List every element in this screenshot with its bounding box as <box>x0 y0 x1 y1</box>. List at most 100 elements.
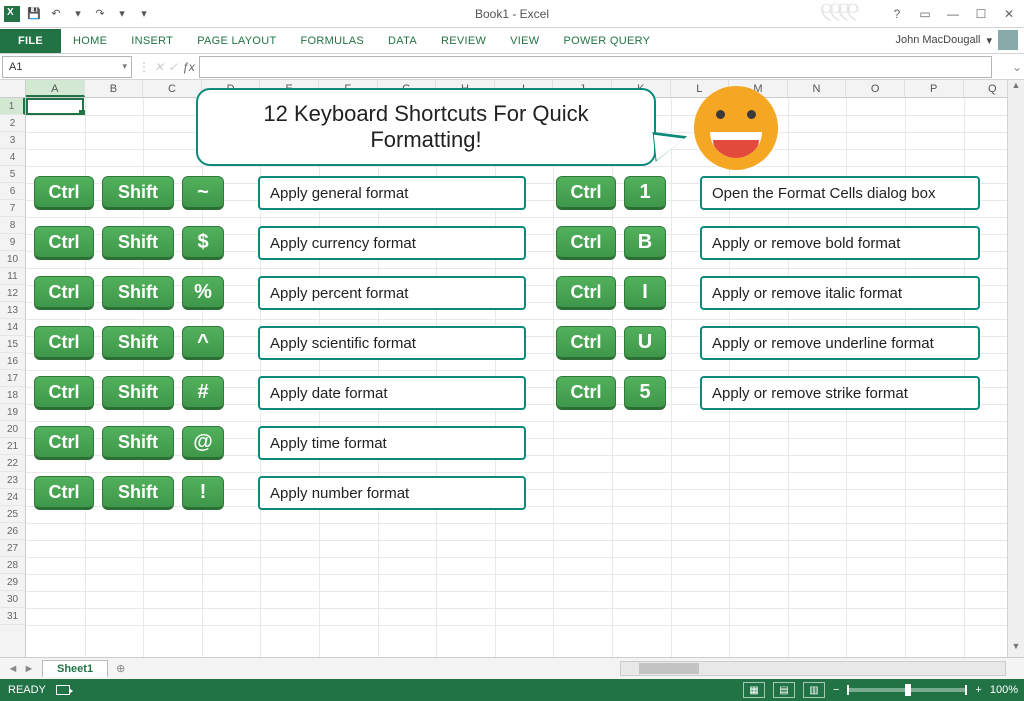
row-header-29[interactable]: 29 <box>0 574 25 591</box>
tab-power-query[interactable]: POWER QUERY <box>551 29 662 53</box>
shortcut-row: CtrlShift^Apply scientific format <box>34 326 526 360</box>
row-header-25[interactable]: 25 <box>0 506 25 523</box>
shortcut-description: Apply or remove strike format <box>700 376 980 410</box>
key-%: % <box>182 276 224 310</box>
status-state: READY <box>8 684 46 696</box>
row-header-16[interactable]: 16 <box>0 353 25 370</box>
row-header-19[interactable]: 19 <box>0 404 25 421</box>
row-header-24[interactable]: 24 <box>0 489 25 506</box>
row-header-5[interactable]: 5 <box>0 166 25 183</box>
row-header-15[interactable]: 15 <box>0 336 25 353</box>
new-sheet-button[interactable]: ⊕ <box>116 662 125 675</box>
name-box[interactable]: A1 <box>2 56 132 78</box>
tab-view[interactable]: VIEW <box>498 29 551 53</box>
column-header-a[interactable]: A <box>26 80 85 97</box>
row-header-23[interactable]: 23 <box>0 472 25 489</box>
key-b: B <box>624 226 666 260</box>
cancel-formula-button[interactable]: ✕ <box>154 60 164 74</box>
quick-access-toolbar: 💾 ↶ ▾ ↷ ▾ ▾ <box>0 6 152 22</box>
column-header-o[interactable]: O <box>846 80 905 97</box>
close-button[interactable]: ✕ <box>998 5 1020 23</box>
view-normal-button[interactable]: ▦ <box>743 682 765 698</box>
zoom-level[interactable]: 100% <box>990 684 1018 696</box>
row-header-2[interactable]: 2 <box>0 115 25 132</box>
scroll-up-icon[interactable]: ▲ <box>1008 80 1024 96</box>
row-header-8[interactable]: 8 <box>0 217 25 234</box>
excel-icon <box>4 6 20 22</box>
undo-dropdown[interactable]: ▾ <box>70 6 86 22</box>
column-header-n[interactable]: N <box>788 80 847 97</box>
redo-button[interactable]: ↷ <box>92 6 108 22</box>
column-header-b[interactable]: B <box>85 80 144 97</box>
shortcut-description: Apply time format <box>258 426 526 460</box>
tab-insert[interactable]: INSERT <box>119 29 185 53</box>
row-header-21[interactable]: 21 <box>0 438 25 455</box>
minimize-button[interactable]: — <box>942 5 964 23</box>
formula-bar-expand[interactable]: ⌄ <box>1010 60 1024 74</box>
row-header-11[interactable]: 11 <box>0 268 25 285</box>
fx-button[interactable]: ƒx <box>182 60 195 74</box>
user-account[interactable]: John MacDougall ▾ <box>895 30 1018 50</box>
tab-review[interactable]: REVIEW <box>429 29 498 53</box>
worksheet-grid[interactable]: ABCDEFGHIJKLMNOPQ 1234567891011121314151… <box>0 80 1024 657</box>
select-all-triangle[interactable] <box>0 80 26 97</box>
tab-data[interactable]: DATA <box>376 29 429 53</box>
row-header-22[interactable]: 22 <box>0 455 25 472</box>
ribbon-options-button[interactable]: ▭ <box>914 5 936 23</box>
row-header-28[interactable]: 28 <box>0 557 25 574</box>
row-header-27[interactable]: 27 <box>0 540 25 557</box>
tab-formulas[interactable]: FORMULAS <box>289 29 377 53</box>
key-ctrl: Ctrl <box>34 176 94 210</box>
view-page-break-button[interactable]: ▥ <box>803 682 825 698</box>
shortcut-row: CtrlUApply or remove underline format <box>556 326 980 360</box>
row-header-17[interactable]: 17 <box>0 370 25 387</box>
qat-customize-dropdown[interactable]: ▾ <box>136 6 152 22</box>
tab-file[interactable]: FILE <box>0 29 61 53</box>
undo-button[interactable]: ↶ <box>48 6 64 22</box>
formula-input[interactable] <box>199 56 992 78</box>
row-header-31[interactable]: 31 <box>0 608 25 625</box>
shortcut-description: Apply date format <box>258 376 526 410</box>
row-header-12[interactable]: 12 <box>0 285 25 302</box>
window-title: Book1 - Excel <box>475 7 549 21</box>
key-^: ^ <box>182 326 224 360</box>
row-header-20[interactable]: 20 <box>0 421 25 438</box>
key-u: U <box>624 326 666 360</box>
view-page-layout-button[interactable]: ▤ <box>773 682 795 698</box>
row-header-14[interactable]: 14 <box>0 319 25 336</box>
zoom-out-button[interactable]: − <box>833 684 839 696</box>
enter-formula-button[interactable]: ✓ <box>168 60 178 74</box>
zoom-slider[interactable] <box>847 688 967 692</box>
shortcut-description: Apply or remove underline format <box>700 326 980 360</box>
formula-dropdown-icon[interactable]: ⋮ <box>138 60 150 74</box>
row-header-1[interactable]: 1 <box>0 98 25 115</box>
save-button[interactable]: 💾 <box>26 6 42 22</box>
sheet-nav[interactable]: ◄► <box>0 663 42 675</box>
column-header-p[interactable]: P <box>905 80 964 97</box>
row-header-26[interactable]: 26 <box>0 523 25 540</box>
row-header-6[interactable]: 6 <box>0 183 25 200</box>
macro-record-icon[interactable] <box>56 685 70 695</box>
row-header-7[interactable]: 7 <box>0 200 25 217</box>
row-header-9[interactable]: 9 <box>0 234 25 251</box>
tab-page-layout[interactable]: PAGE LAYOUT <box>185 29 288 53</box>
horizontal-scrollbar[interactable] <box>620 661 1006 676</box>
redo-dropdown[interactable]: ▾ <box>114 6 130 22</box>
help-button[interactable]: ? <box>886 5 908 23</box>
title-bar: 💾 ↶ ▾ ↷ ▾ ▾ Book1 - Excel ୧୧୧୧ ? ▭ — ☐ ✕ <box>0 0 1024 28</box>
column-header-c[interactable]: C <box>143 80 202 97</box>
row-header-3[interactable]: 3 <box>0 132 25 149</box>
maximize-button[interactable]: ☐ <box>970 5 992 23</box>
key-#: # <box>182 376 224 410</box>
key-shift: Shift <box>102 176 174 210</box>
tab-home[interactable]: HOME <box>61 29 119 53</box>
ribbon-tabs: FILE HOME INSERT PAGE LAYOUT FORMULAS DA… <box>0 28 1024 54</box>
row-header-4[interactable]: 4 <box>0 149 25 166</box>
shortcut-row: CtrlShift#Apply date format <box>34 376 526 410</box>
row-header-10[interactable]: 10 <box>0 251 25 268</box>
row-header-18[interactable]: 18 <box>0 387 25 404</box>
zoom-in-button[interactable]: + <box>975 684 981 696</box>
sheet-tab-sheet1[interactable]: Sheet1 <box>42 660 108 677</box>
row-header-13[interactable]: 13 <box>0 302 25 319</box>
row-header-30[interactable]: 30 <box>0 591 25 608</box>
